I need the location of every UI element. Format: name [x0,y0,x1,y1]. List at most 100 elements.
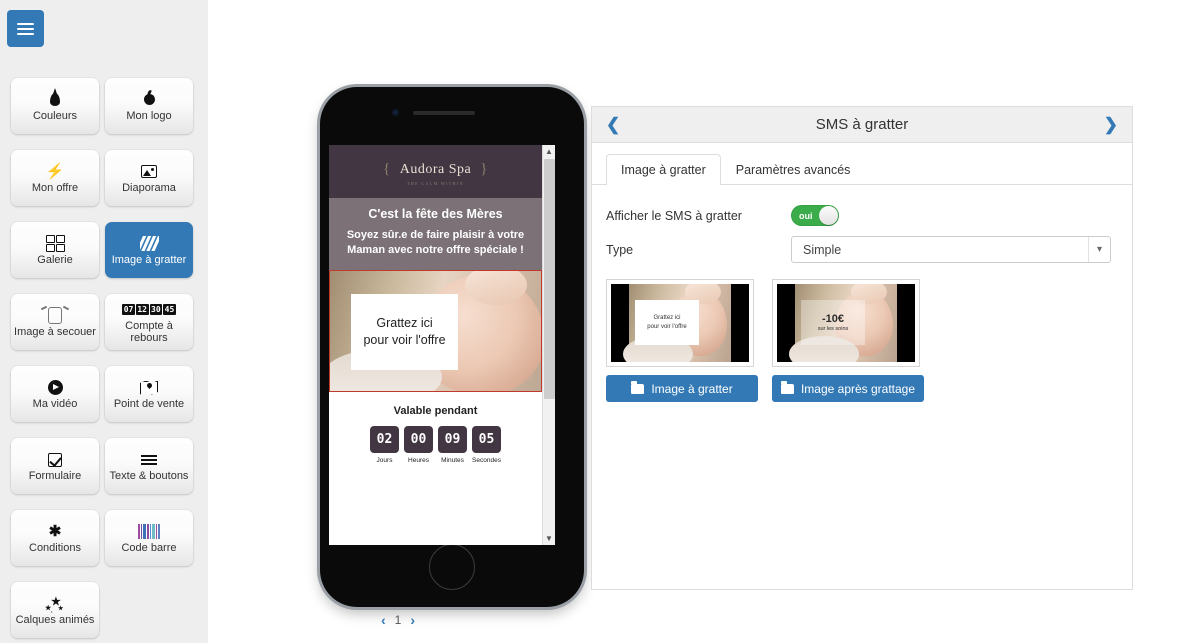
preview-scratch-image[interactable]: Grattez ici pour voir l'offre [329,270,542,392]
sidebar-item-label: Image à gratter [111,254,187,266]
thumb-overlay-price: -10€ sur les soins [801,300,865,345]
phone-mockup: { Audora Spa} THE CALM WITHIN C'est la fê… [320,87,584,607]
apple-icon [143,90,155,109]
brand-bracket-right: } [480,161,488,177]
sidebar-item-image-a-secouer[interactable]: Image à secouer [11,294,99,350]
tab-label: Paramètres avancés [735,163,851,177]
panel-tabs: Image à gratter Paramètres avancés [592,143,1132,185]
sidebar-item-couleurs[interactable]: Couleurs [11,78,99,134]
sidebar-item-galerie[interactable]: Galerie [11,222,99,278]
scratch-card-line1: Grattez ici [376,316,433,330]
sidebar-item-label: Texte & boutons [109,470,189,482]
preview-scratch-card[interactable]: Grattez ici pour voir l'offre [351,294,458,370]
countdown-icon-digit: 12 [135,304,149,315]
preview-area: { Audora Spa} THE CALM WITHIN C'est la fê… [208,0,588,643]
countdown-row: 02 Jours 00 Heures 09 Minutes 05 Seconde… [329,426,542,464]
phone-screen: { Audora Spa} THE CALM WITHIN C'est la fê… [329,145,555,545]
play-circle-icon [47,378,63,397]
barcode-icon [137,522,161,541]
phone-speaker [413,111,475,115]
sidebar-item-label: Mon offre [31,182,79,194]
scrollbar-thumb[interactable] [544,159,555,399]
scroll-down-icon[interactable]: ▼ [543,532,555,545]
panel-prev-icon[interactable]: ❮ [606,116,620,133]
map-pin-icon [140,378,158,397]
countdown-icon-digit: 45 [163,304,176,315]
scratch-image-preview: Grattez ici pour voir l'offre [611,284,749,362]
phone-home-button [429,544,475,590]
sidebar-item-mon-logo[interactable]: Mon logo [105,78,193,134]
preview-offer-band: C'est la fête des Mères Soyez sûr.e de f… [329,198,542,270]
upload-after-scratch-image-button[interactable]: Image après grattage [772,375,924,402]
countdown-icon-digit: 30 [149,304,163,315]
upload-scratch-image-button[interactable]: Image à gratter [606,375,758,402]
sidebar-item-label: Couleurs [32,110,78,122]
sidebar-tile-grid: Couleurs Mon logo ⚡ Mon offre Diaporama … [0,78,208,643]
sidebar-item-image-a-gratter[interactable]: Image à gratter [105,222,193,278]
sidebar-item-label: Formulaire [28,470,82,482]
hamburger-menu-button[interactable] [7,10,44,47]
scratch-image-frame[interactable]: Grattez ici pour voir l'offre [606,279,754,367]
toggle-value-text: oui [799,210,813,221]
scratch-image-column: Grattez ici pour voir l'offre Image à gr… [606,279,758,402]
thumb-price-caption: sur les soins [817,326,849,332]
preview-countdown: Valable pendant 02 Jours 00 Heures 09 Mi… [329,392,542,470]
pager-next-icon[interactable]: › [410,612,415,628]
sidebar-item-diaporama[interactable]: Diaporama [105,150,193,206]
panel-body: Afficher le SMS à gratter oui Type Simpl… [592,185,1132,402]
panel-title: SMS à gratter [815,116,909,133]
sidebar-item-calques-animes[interactable]: ★ ★ ★ • Calques animés [11,582,99,638]
folder-open-icon [631,381,645,394]
thumbnail-list: Grattez ici pour voir l'offre Image à gr… [606,279,1118,402]
panel-next-icon[interactable]: ❯ [1104,116,1118,133]
preview-brand-name: { Audora Spa} [329,161,542,178]
sidebar-item-label: Diaporama [122,182,176,194]
sidebar-item-label: Compte à rebours [125,320,173,344]
preview-offer-title: C'est la fête des Mères [368,207,503,221]
sidebar-item-point-de-vente[interactable]: Point de vente [105,366,193,422]
display-sms-toggle[interactable]: oui [791,205,839,226]
sidebar-item-mon-offre[interactable]: ⚡ Mon offre [11,150,99,206]
sidebar-item-conditions[interactable]: ✱ Conditions [11,510,99,566]
sidebar-item-label: Calques animés [15,614,95,626]
folder-open-icon [780,381,794,394]
sidebar-item-formulaire[interactable]: Formulaire [11,438,99,494]
countdown-label: Secondes [472,457,501,464]
brand-bracket-left: { [383,161,391,177]
lines-icon [141,450,157,469]
app-root: Couleurs Mon logo ⚡ Mon offre Diaporama … [0,0,1193,643]
preview-offer-subtitle: Soyez sûr.e de faire plaisir à votre Mam… [346,229,525,256]
chevron-down-icon[interactable]: ▾ [1088,237,1110,262]
tab-image-a-gratter[interactable]: Image à gratter [606,154,721,185]
preview-pager: ‹ 1 › [208,612,588,628]
panel-header: ❮ SMS à gratter ❯ [592,107,1132,143]
sidebar-item-code-barre[interactable]: Code barre [105,510,193,566]
sidebar-item-label: Mon logo [126,110,172,122]
countdown-value: 00 [404,426,433,453]
tab-parametres-avances[interactable]: Paramètres avancés [721,154,866,185]
type-label: Type [606,242,634,257]
sidebar-item-label: Image à secouer [14,326,96,338]
shake-phone-icon [48,306,62,325]
button-label: Image après grattage [800,381,916,396]
preview-brand-tagline: THE CALM WITHIN [407,181,464,186]
preview-scrollbar[interactable]: ▲ ▼ [542,145,555,545]
brand-text: Audora Spa [399,162,472,177]
countdown-cell: 09 Minutes [438,426,467,464]
sidebar-item-texte-et-boutons[interactable]: Texte & boutons [105,438,193,494]
countdown-cell: 00 Heures [404,426,433,464]
after-scratch-image-frame[interactable]: -10€ sur les soins [772,279,920,367]
checkbox-icon [48,450,62,469]
bolt-icon: ⚡ [45,163,65,180]
thumb-overlay-line1: Grattez ici [653,314,681,321]
preview-message: { Audora Spa} THE CALM WITHIN C'est la fê… [329,145,542,545]
countdown-label: Jours [376,457,393,464]
type-select[interactable]: Simple ▾ [791,236,1111,263]
countdown-label: Minutes [441,457,464,464]
after-scratch-image-column: -10€ sur les soins Image après grattage [772,279,924,402]
sidebar-item-ma-video[interactable]: Ma vidéo [11,366,99,422]
button-label: Image à gratter [651,381,733,396]
scroll-up-icon[interactable]: ▲ [543,145,555,158]
pager-prev-icon[interactable]: ‹ [381,612,386,628]
sidebar-item-compte-a-rebours[interactable]: 07 12 30 45 Compte à rebours [105,294,193,350]
